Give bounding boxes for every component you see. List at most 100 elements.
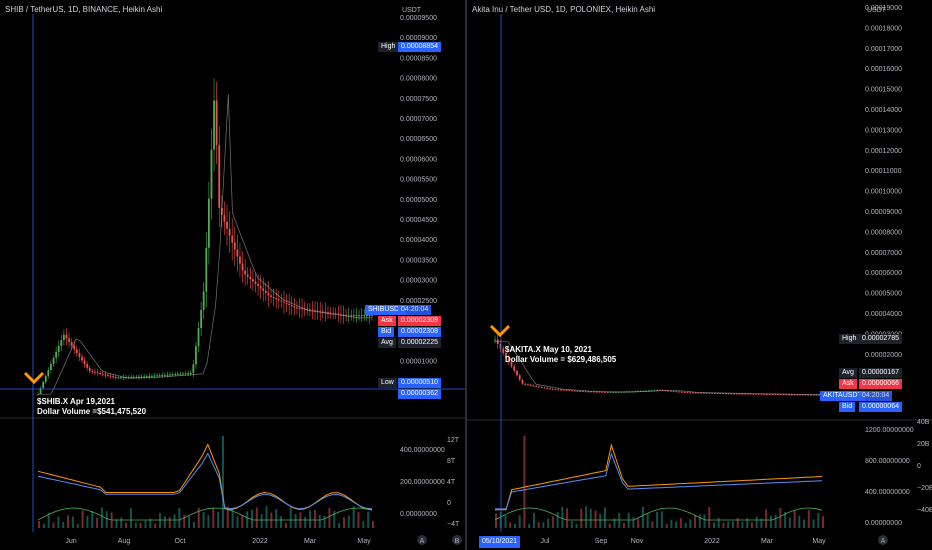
price-axis-label: 0.00003500: [400, 257, 437, 264]
candle-body: [244, 270, 247, 275]
volume-bar: [318, 514, 321, 528]
candle-body: [604, 391, 606, 393]
akita-chart-panel[interactable]: USDT 0.00019000 0.00018000 0.00017000 0.0001…: [467, 0, 932, 550]
candle-body: [691, 392, 694, 394]
volume-bar: [670, 519, 673, 528]
akita-date-tag: 05/10/2021: [479, 536, 521, 548]
volume-bar: [105, 511, 108, 528]
volume-bar: [129, 508, 132, 528]
candle-body: [518, 375, 521, 380]
volume-bar: [81, 510, 84, 528]
moving-average-line: [38, 94, 372, 395]
candle-body: [179, 373, 182, 375]
candle-body: [516, 370, 518, 376]
indicator-axis-label: 0.00000000: [400, 511, 437, 518]
candle-body: [368, 314, 371, 316]
volume-bar: [71, 516, 74, 528]
volume-axis-label: 12T: [447, 437, 460, 444]
candle-body: [593, 391, 595, 393]
candle-body: [280, 300, 283, 302]
candle-body: [96, 372, 99, 374]
candle-body: [68, 338, 70, 343]
price-axis-label: 0.00014000: [865, 107, 902, 114]
candle-body: [197, 327, 200, 347]
candle-body: [101, 373, 104, 375]
volume-bar: [665, 523, 668, 528]
candle-body: [251, 279, 254, 282]
price-axis-label: 0.00013000: [865, 127, 902, 134]
shib-bid-label: Bid: [378, 327, 395, 337]
volume-axis-label: 0: [447, 500, 451, 507]
shib-ask-value: 0.00002309: [398, 316, 441, 326]
candle-body: [114, 376, 117, 378]
volume-bar: [589, 508, 592, 528]
volume-bar: [96, 517, 99, 528]
akita-high-label: High: [839, 334, 860, 344]
candle-body: [241, 263, 244, 271]
volume-bar: [342, 517, 345, 528]
candle-body: [560, 389, 562, 391]
volume-bar: [532, 512, 535, 528]
shib-annotation-line1: $SHIB.X Apr 19,2021: [37, 397, 115, 406]
volume-bar: [741, 521, 744, 528]
candle-body: [202, 291, 205, 310]
candle-body: [153, 375, 156, 377]
time-axis-label: Aug: [118, 538, 131, 545]
candle-body: [582, 391, 584, 393]
candle-body: [254, 281, 257, 284]
candle-body: [91, 371, 94, 373]
indicator-axis-label: 200.00000000: [400, 479, 445, 486]
volume-bar: [594, 510, 597, 528]
price-axis-label: 0.00001000: [400, 358, 437, 365]
volume-bar: [183, 514, 186, 528]
akita-chart-canvas[interactable]: USDT0.000190000.000180000.000170000.0001…: [467, 0, 932, 550]
oscillator-line-green: [494, 507, 823, 521]
volume-bar: [679, 518, 682, 528]
candle-body: [213, 100, 215, 150]
volume-axis-label: −20B: [917, 485, 932, 492]
candle-body: [524, 383, 527, 385]
candle-body: [257, 283, 259, 287]
volume-bar: [120, 517, 123, 528]
volume-bar: [163, 516, 166, 528]
volume-bar: [352, 506, 355, 528]
shib-chart-panel[interactable]: USDT 0.00009500 0.00009000 0.00008500 0.0000…: [0, 0, 465, 550]
candle-body: [192, 364, 195, 373]
candle-body: [675, 391, 678, 393]
time-axis-label: 2022: [704, 538, 720, 545]
volume-bar: [144, 520, 147, 528]
volume-bar: [504, 515, 507, 528]
candle-body: [231, 235, 234, 243]
candle-body: [86, 364, 89, 368]
candle-body: [686, 392, 689, 394]
volume-bar: [788, 517, 791, 528]
volume-bar: [260, 514, 263, 528]
volume-bar: [551, 516, 554, 528]
candle-body: [207, 198, 210, 248]
candle-body: [568, 390, 571, 392]
candle-body: [226, 221, 228, 229]
oscillator-line-blue: [37, 452, 373, 510]
candle-body: [502, 348, 505, 353]
candle-body: [672, 391, 675, 393]
volume-bar: [115, 519, 118, 528]
candle-body: [293, 306, 296, 308]
candle-body: [267, 293, 270, 296]
volume-bar: [518, 515, 521, 528]
oscillator-line-orange: [37, 443, 373, 511]
volume-axis-label: 0: [917, 463, 921, 470]
price-axis-label: 0.00010000: [865, 189, 902, 196]
volume-bar: [566, 508, 569, 528]
candle-body: [119, 377, 122, 379]
candle-body: [218, 145, 221, 208]
candle-body: [62, 334, 65, 341]
volume-bar: [570, 520, 573, 528]
price-axis-label: 0.00008000: [400, 76, 437, 83]
candle-body: [60, 340, 63, 346]
volume-bar: [178, 507, 181, 528]
volume-axis-label: −40B: [917, 507, 932, 514]
volume-axis-label: 20B: [917, 441, 930, 448]
shib-chart-canvas[interactable]: USDT0.000095000.000090000.000085000.0000…: [0, 0, 465, 550]
volume-axis-label: −4T: [447, 521, 460, 528]
volume-bar: [769, 515, 772, 528]
